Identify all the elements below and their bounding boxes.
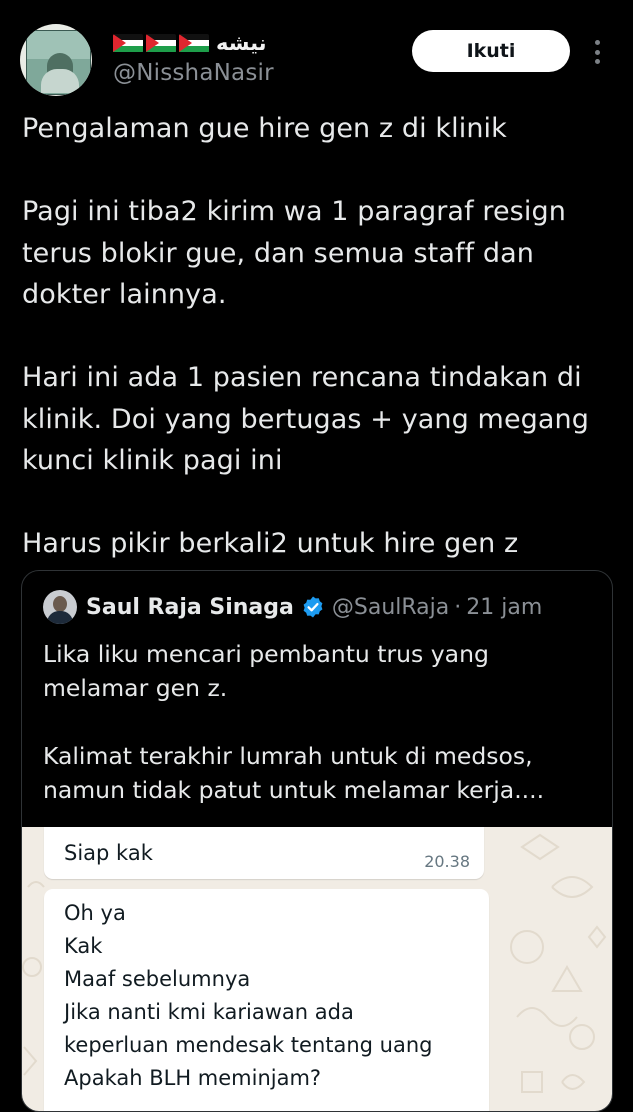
quote-line: Lika liku mencari pembantu trus yang <box>43 640 489 668</box>
author-avatar[interactable] <box>20 24 92 96</box>
chat-message-line: Jika nanti kmi kariawan ada <box>64 1000 354 1024</box>
palestine-flag-icon <box>179 33 209 53</box>
quoted-tweet-timestamp[interactable]: 21 jam <box>466 595 542 620</box>
tweet-line: terus blokir gue, dan semua staff dan <box>22 237 534 269</box>
vertical-ellipsis-icon[interactable] <box>585 36 609 68</box>
meta-separator: · <box>454 594 462 620</box>
chat-message-line: Oh ya <box>64 901 126 925</box>
quote-line: melamar gen z. <box>43 674 228 702</box>
quoted-author-name[interactable]: Saul Raja Sinaga <box>86 595 294 620</box>
follow-button[interactable]: Ikuti <box>412 30 570 72</box>
tweet-header: نيشه @NisshaNasir Ikuti <box>0 0 633 105</box>
chat-message-bubble: Siap kak 20.38 <box>44 827 484 879</box>
tweet-line: Harus pikir berkali2 untuk hire gen z <box>22 528 519 559</box>
chat-message-line: Kak <box>64 934 103 958</box>
quote-line: Kalimat terakhir lumrah untuk di medsos, <box>43 742 533 770</box>
chat-message-text: Siap kak <box>64 841 153 865</box>
tweet-line: klinik. Doi yang bertugas + yang megang <box>22 403 589 435</box>
quoted-tweet-text: Lika liku mencari pembantu trus yang mel… <box>43 637 598 807</box>
tweet-line: Pagi ini tiba2 kirim wa 1 paragraf resig… <box>22 196 566 227</box>
tweet-text: Pengalaman gue hire gen z di klinik Pagi… <box>22 108 617 565</box>
palestine-flag-icon <box>113 33 143 53</box>
tweet-line: dokter lainnya. <box>22 279 227 310</box>
quoted-tweet-header: Saul Raja Sinaga @SaulRaja · 21 jam <box>43 589 542 625</box>
verified-badge-icon <box>303 596 323 618</box>
chat-screenshot-image[interactable]: Siap kak 20.38 Oh ya Kak Maaf sebelumnya… <box>22 827 612 1111</box>
palestine-flag-icon <box>146 33 176 53</box>
chat-message-time: 20.38 <box>424 852 470 871</box>
chat-message-line: Maaf sebelumnya <box>64 967 251 991</box>
author-name-row[interactable]: نيشه <box>113 29 267 57</box>
quote-line: namun tidak patut untuk melamar kerja...… <box>43 776 545 804</box>
tweet-line: Pengalaman gue hire gen z di klinik <box>22 113 507 144</box>
quoted-author-handle[interactable]: @SaulRaja <box>332 595 449 620</box>
chat-message-line: Apakah BLH meminjam? <box>64 1066 322 1090</box>
chat-message-bubble: Oh ya Kak Maaf sebelumnya Jika nanti kmi… <box>44 889 489 1111</box>
quoted-tweet[interactable]: Saul Raja Sinaga @SaulRaja · 21 jam Lika… <box>21 570 613 1112</box>
tweet-line: kunci klinik pagi ini <box>22 445 283 476</box>
tweet-line: Hari ini ada 1 pasien rencana tindakan d… <box>22 362 582 393</box>
avatar-image <box>26 30 91 95</box>
author-handle[interactable]: @NisshaNasir <box>113 60 274 86</box>
author-display-name[interactable]: نيشه <box>216 31 267 55</box>
quoted-author-avatar[interactable] <box>43 590 77 624</box>
chat-message-line: keperluan mendesak tentang uang <box>64 1033 433 1057</box>
